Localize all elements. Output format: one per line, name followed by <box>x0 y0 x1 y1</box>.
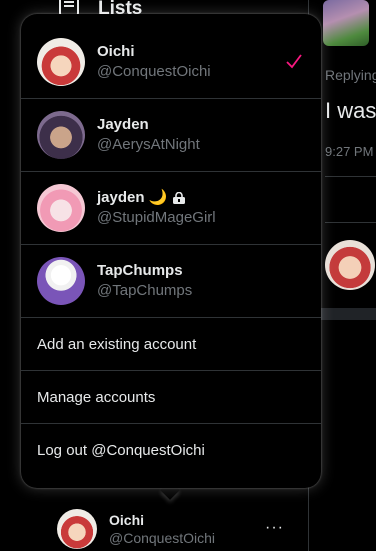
replying-text: Replying <box>325 67 376 83</box>
account-handle: @ConquestOichi <box>97 63 211 80</box>
menu-account-jayden[interactable]: Jayden @AerysAtNight <box>21 99 321 172</box>
menu-account-tapchumps[interactable]: TapChumps @TapChumps <box>21 245 321 318</box>
account-menu: Oichi @ConquestOichi Jayden @AerysAtNigh… <box>21 14 321 488</box>
menu-account-stupidmagegirl[interactable]: jayden 🌙 @StupidMageGirl <box>21 172 321 245</box>
manage-accounts-item[interactable]: Manage accounts <box>21 371 321 424</box>
avatar <box>37 38 85 86</box>
check-icon <box>286 54 302 69</box>
account-handle: @ConquestOichi <box>109 530 216 546</box>
tweet-time: 9:27 PM <box>325 144 374 159</box>
account-name: jayden 🌙 <box>97 189 168 206</box>
account-name: Oichi <box>97 43 135 60</box>
account-handle: @AerysAtNight <box>97 136 200 153</box>
tweet-text: I was <box>325 98 376 123</box>
more-icon: ··· <box>265 519 284 536</box>
avatar <box>37 184 85 232</box>
logout-item[interactable]: Log out @ConquestOichi <box>21 424 321 477</box>
account-name: Oichi <box>109 512 145 528</box>
avatar <box>57 509 97 549</box>
divider <box>325 176 376 177</box>
lock-icon <box>173 192 186 204</box>
account-handle: @StupidMageGirl <box>97 209 216 226</box>
menu-account-oichi[interactable]: Oichi @ConquestOichi <box>21 26 321 99</box>
account-name: Jayden <box>97 116 149 133</box>
account-name: TapChumps <box>97 262 183 279</box>
divider <box>325 222 376 223</box>
avatar <box>37 111 85 159</box>
account-handle: @TapChumps <box>97 282 193 299</box>
account-switcher-button[interactable]: Oichi @ConquestOichi ··· <box>57 509 302 549</box>
avatar <box>37 257 85 305</box>
avatar[interactable] <box>325 240 375 290</box>
media-thumbnail[interactable] <box>323 0 369 46</box>
add-existing-account-item[interactable]: Add an existing account <box>21 318 321 371</box>
